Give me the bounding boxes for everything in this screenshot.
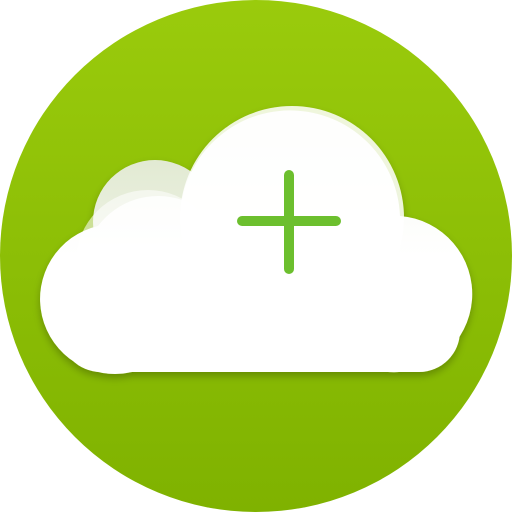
- cloud-add-icon: [0, 0, 512, 512]
- cloud-add-app-icon[interactable]: [0, 0, 512, 512]
